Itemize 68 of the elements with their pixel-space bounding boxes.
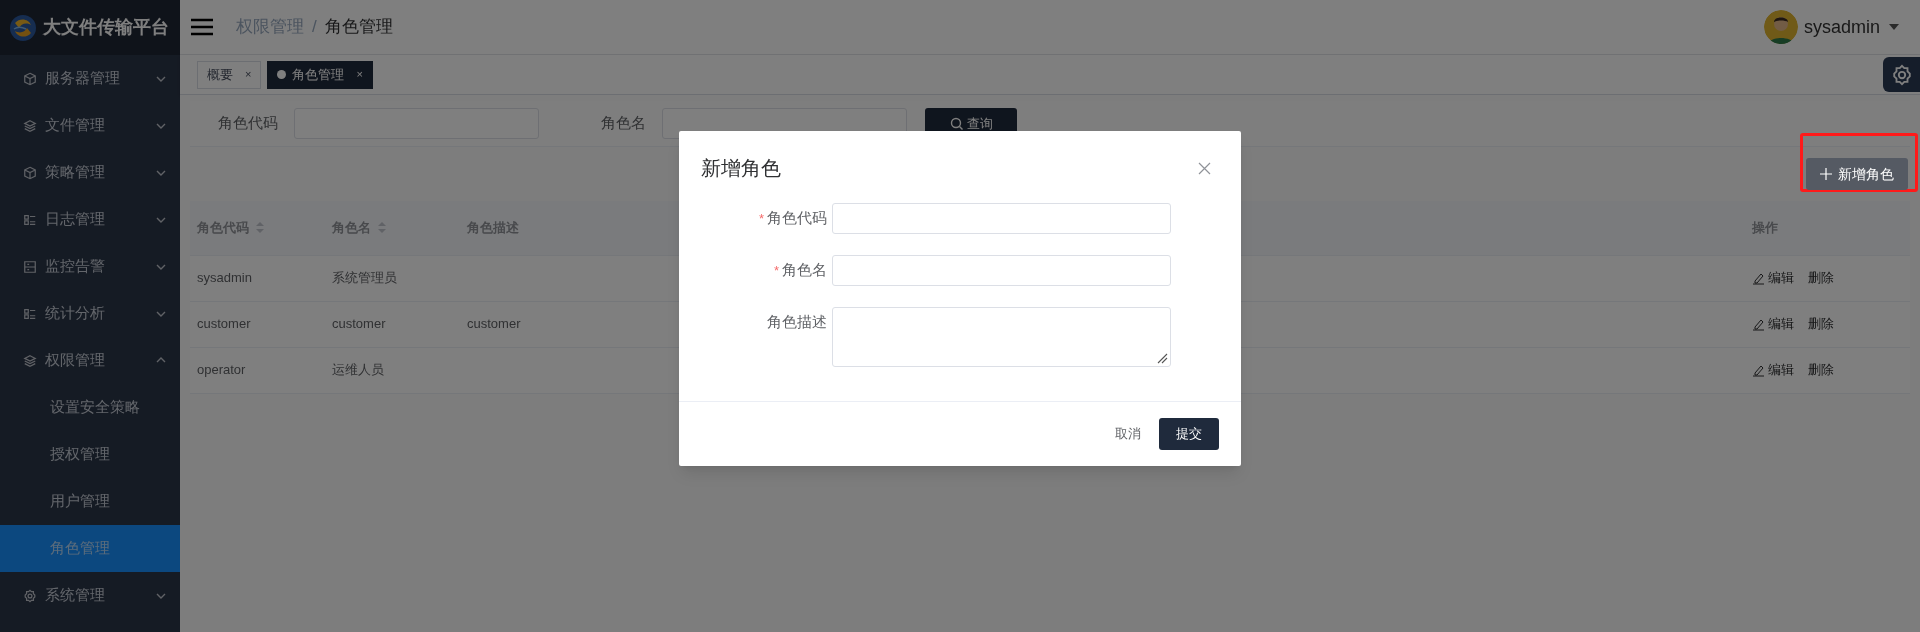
input-field[interactable] <box>832 255 1171 286</box>
list-icon <box>23 306 37 321</box>
form-label: 角色名 <box>782 260 827 281</box>
pencil-icon <box>1752 271 1765 285</box>
input-field[interactable] <box>832 203 1171 234</box>
sidebar-item[interactable]: 统计分析 <box>0 290 180 337</box>
table-cell: customer <box>197 316 251 332</box>
list-icon <box>23 212 37 227</box>
delete-link[interactable]: 删除 <box>1808 268 1834 288</box>
breadcrumb-separator: / <box>312 16 317 39</box>
delete-link[interactable]: 删除 <box>1808 360 1834 380</box>
settings-icon <box>1890 63 1913 86</box>
sidebar-subitem[interactable]: 授权管理 <box>0 431 180 478</box>
sidebar-item[interactable]: 权限管理 <box>0 337 180 384</box>
submit-button[interactable]: 提交 <box>1159 418 1219 450</box>
sidebar-item[interactable]: 日志管理 <box>0 196 180 243</box>
panel-icon <box>23 259 37 274</box>
cube-icon <box>23 165 37 180</box>
table-cell: operator <box>197 362 246 378</box>
required-mark: * <box>758 209 764 228</box>
tab[interactable]: 概要 × <box>197 60 262 89</box>
breadcrumb-current: 角色管理 <box>324 16 393 39</box>
box-icon <box>23 71 37 86</box>
table-cell: sysadmin <box>197 270 252 286</box>
sidebar-subitem[interactable]: 角色管理 <box>0 525 180 572</box>
pencil-icon <box>1752 317 1765 331</box>
table-cell: customer <box>332 316 386 332</box>
add-role-button[interactable]: 新增角色 <box>1806 158 1908 190</box>
dialog-title: 新增角色 <box>701 156 781 181</box>
textarea-field[interactable] <box>832 307 1171 367</box>
form-label: 角色代码 <box>767 208 827 229</box>
edit-link[interactable]: 编辑 <box>1752 268 1794 288</box>
caret-icon[interactable] <box>1888 22 1900 32</box>
settings-icon <box>23 588 37 603</box>
delete-link[interactable]: 删除 <box>1808 314 1834 334</box>
required-mark: * <box>773 261 779 280</box>
field-label: 角色代码 <box>218 113 278 134</box>
logo-icon <box>9 13 37 42</box>
plus-icon <box>1820 168 1832 180</box>
search-icon <box>949 117 963 130</box>
tab[interactable]: 角色管理 × <box>267 60 373 89</box>
sidebar-item[interactable]: 服务器管理 <box>0 55 180 102</box>
sidebar-item[interactable]: 监控告警 <box>0 243 180 290</box>
layers-icon <box>23 353 37 368</box>
tab-close-button[interactable]: × <box>356 66 363 83</box>
menu-icon[interactable] <box>190 17 214 37</box>
tab-close-button[interactable]: × <box>245 66 252 83</box>
table-cell: 运维人员 <box>332 362 384 378</box>
sidebar-subitem[interactable]: 用户管理 <box>0 478 180 525</box>
settings-button[interactable] <box>1883 57 1920 92</box>
table-cell: customer <box>467 316 521 332</box>
form-label: 角色描述 <box>767 312 827 333</box>
edit-link[interactable]: 编辑 <box>1752 360 1794 380</box>
app-title: 大文件传输平台 <box>43 16 169 39</box>
close-icon[interactable] <box>1198 161 1211 175</box>
user-name[interactable]: sysadmin <box>1803 13 1880 41</box>
table-cell: 系统管理员 <box>332 270 397 286</box>
sidebar-item[interactable]: 文件管理 <box>0 102 180 149</box>
edit-link[interactable]: 编辑 <box>1752 314 1794 334</box>
sidebar-item[interactable]: 系统管理 <box>0 572 180 619</box>
cancel-button[interactable]: 取消 <box>1111 418 1145 450</box>
sidebar-item[interactable]: 策略管理 <box>0 149 180 196</box>
field-label: 角色名 <box>601 113 646 134</box>
pencil-icon <box>1752 363 1765 377</box>
layers-icon <box>23 118 37 133</box>
avatar-icon[interactable] <box>1763 10 1798 44</box>
resize-handle-icon[interactable] <box>1157 353 1168 364</box>
sidebar-subitem[interactable]: 设置安全策略 <box>0 384 180 431</box>
